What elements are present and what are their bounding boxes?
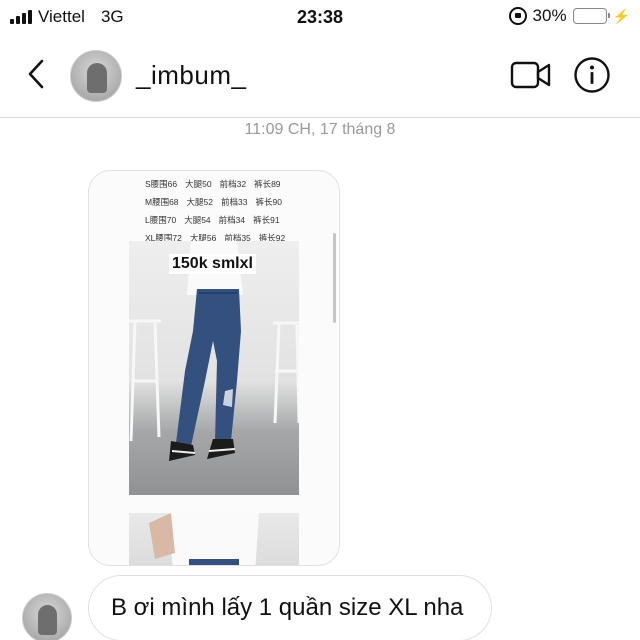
battery-icon (572, 8, 610, 24)
status-bar: Viettel 3G 23:38 30% ⚡ (0, 0, 640, 34)
message-timestamp: 11:09 CH, 17 tháng 8 (244, 121, 396, 138)
size-chart-cell: S腰围66 (145, 179, 178, 189)
image-message[interactable]: S腰围66 大腿50 前档32 裤长89 M腰围68 大腿52 前档33 裤长90 L腰围70 大… (88, 170, 340, 566)
charging-bolt-icon: ⚡ (612, 7, 630, 24)
size-chart-row: S腰围66 大腿50 前档32 裤长89 (145, 175, 285, 193)
video-camera-icon (510, 61, 551, 89)
product-photo-second (129, 513, 299, 565)
size-chart-cell: L腰围70 (145, 215, 177, 225)
sender-avatar[interactable] (22, 593, 72, 640)
size-chart-cell: 裤长90 (255, 197, 282, 207)
status-right: 30% ⚡ (508, 6, 630, 26)
size-chart-cell: 大腿52 (186, 197, 214, 207)
info-icon (574, 57, 610, 93)
size-chart-table: S腰围66 大腿50 前档32 裤长89 M腰围68 大腿52 前档33 裤长90 L腰围70 大… (145, 175, 285, 247)
size-chart-cell: M腰围68 (145, 197, 179, 207)
shirt-illustration (149, 513, 259, 565)
video-call-button[interactable] (510, 58, 552, 92)
product-photo: 150k smlxl (129, 241, 299, 495)
size-chart-cell: 大腿50 (185, 179, 212, 189)
contact-username[interactable]: _imbum_ (136, 60, 246, 91)
size-chart-cell: 前档33 (221, 197, 248, 207)
size-chart-cell: 大腿54 (184, 215, 211, 225)
size-chart-cell: 裤长91 (253, 215, 280, 225)
chat-header: _imbum_ (0, 34, 640, 118)
back-chevron-icon (28, 59, 44, 89)
contact-avatar[interactable] (70, 50, 122, 102)
battery-percent: 30% (532, 6, 567, 25)
jeans-model-illustration (129, 241, 299, 461)
size-chart-cell: 前档32 (219, 179, 247, 189)
size-chart-row: M腰围68 大腿52 前档33 裤长90 (145, 193, 285, 211)
size-chart-cell: 裤长89 (254, 179, 281, 189)
image-scroll-indicator (333, 233, 336, 323)
size-chart-cell: 前档34 (218, 215, 246, 225)
rotation-lock-icon (508, 7, 527, 25)
text-message[interactable]: B ơi mình lấy 1 quần size XL nha (88, 575, 492, 640)
info-button[interactable] (573, 56, 611, 94)
size-chart-row: L腰围70 大腿54 前档34 裤长91 (145, 211, 285, 229)
back-button[interactable] (18, 56, 54, 92)
price-label: 150k smlxl (169, 254, 256, 274)
